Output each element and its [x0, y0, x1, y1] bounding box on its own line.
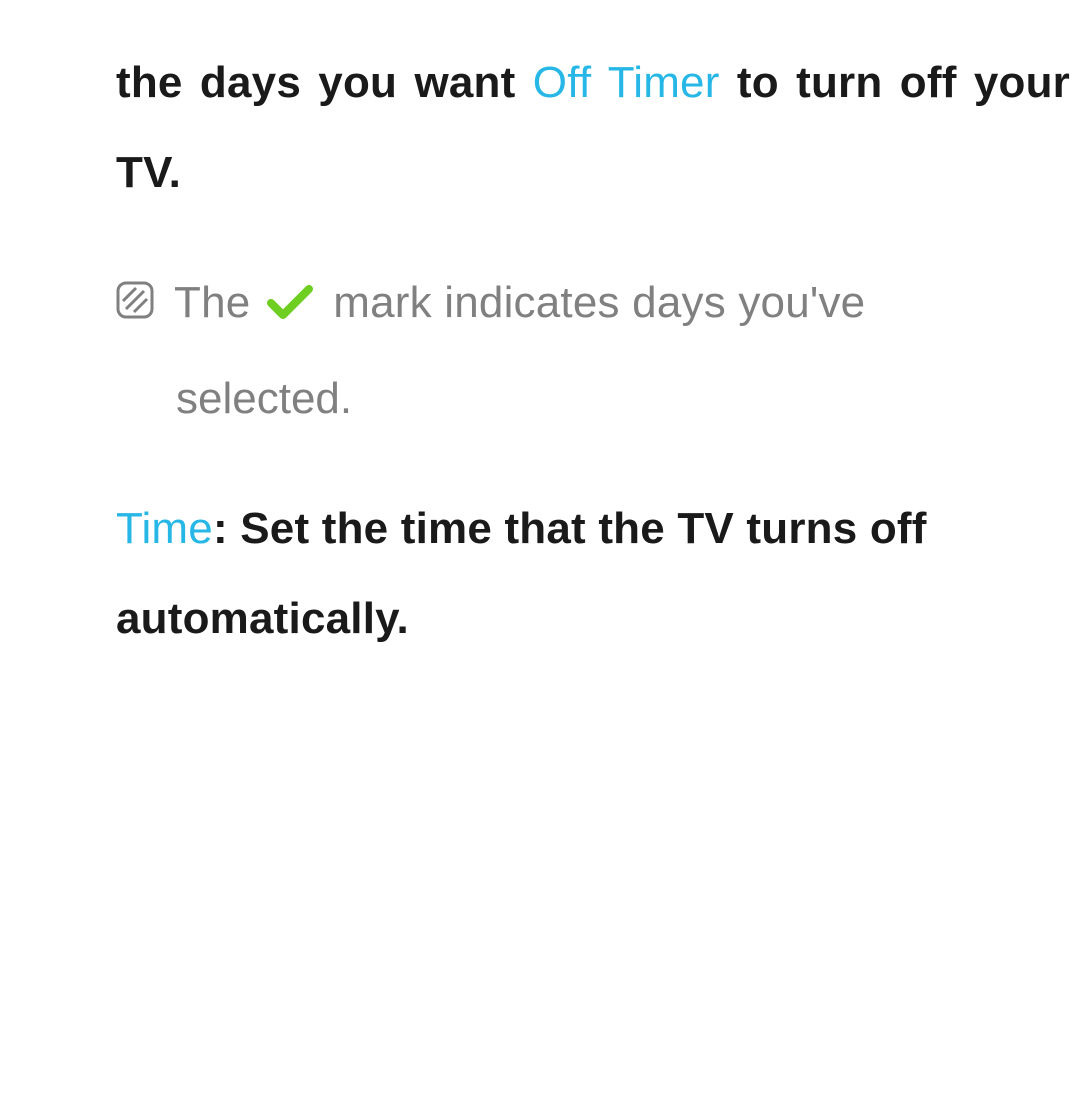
manual-page: the days you want Off Timer to turn off …: [0, 0, 1080, 664]
note-icon: [116, 260, 154, 350]
note-text-pre: The: [174, 278, 263, 327]
text: the days you want: [116, 58, 533, 107]
checkmark-icon: [267, 264, 313, 354]
note-text-line2: selected.: [176, 374, 352, 423]
paragraph-off-timer: the days you want Off Timer to turn off …: [116, 38, 1070, 218]
note-line-2: selected.: [116, 354, 1070, 444]
paragraph-time: Time: Set the time that the TV turns off…: [116, 484, 1070, 664]
time-label: Time: [116, 504, 213, 553]
note-text-post: mark indicates days you've: [321, 278, 866, 327]
off-timer-label: Off Timer: [533, 58, 720, 107]
note-line-1: The mark indicates days you've: [116, 258, 1070, 354]
time-description: : Set the time that the TV turns off aut…: [116, 504, 927, 643]
